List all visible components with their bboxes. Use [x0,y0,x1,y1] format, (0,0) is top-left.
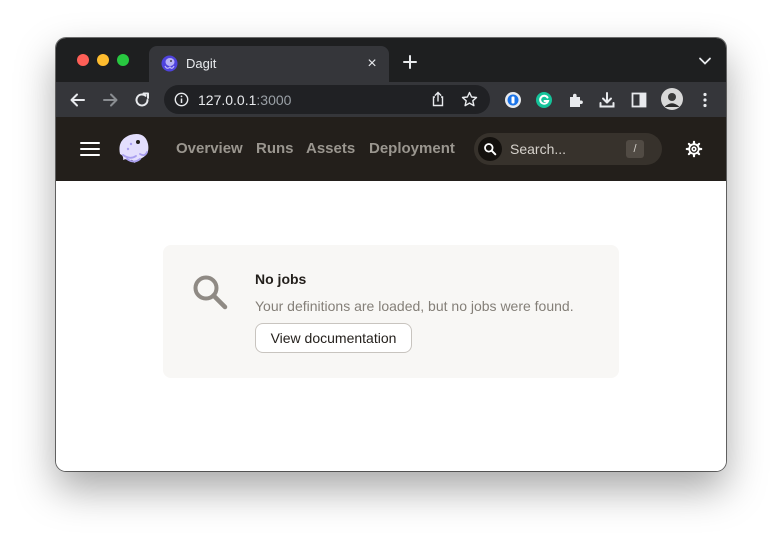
browser-tab-dagit[interactable]: Dagit × [149,46,389,82]
main-content: No jobs Your definitions are loaded, but… [56,181,726,471]
new-tab-plus-icon[interactable] [400,52,420,72]
empty-state-description: Your definitions are loaded, but no jobs… [255,298,574,314]
browser-window: Dagit × 127.0.0.1:3000 Overview Runs Ass… [56,38,726,471]
search-input[interactable]: Search... / [474,133,662,165]
gear-icon[interactable] [685,140,703,158]
dagster-logo-icon [161,55,178,72]
hamburger-menu-icon[interactable] [80,141,100,157]
tab-close-icon[interactable]: × [363,55,381,73]
address-bar[interactable]: 127.0.0.1:3000 [164,85,490,114]
url-port: :3000 [256,92,292,108]
tab-search-chevron-icon[interactable] [698,54,712,68]
nav-deployment[interactable]: Deployment [369,140,455,157]
nav-assets[interactable]: Assets [306,140,355,157]
url-host: 127.0.0.1 [198,92,257,108]
search-icon [484,143,497,156]
nav-runs[interactable]: Runs [256,140,294,157]
password-extension-icon[interactable] [503,90,523,110]
minimize-window-button[interactable] [97,54,109,66]
app-header: Overview Runs Assets Deployment Search..… [56,117,726,181]
reload-icon[interactable] [132,90,152,110]
more-menu-icon[interactable] [695,90,715,110]
close-window-button[interactable] [77,54,89,66]
browser-toolbar: 127.0.0.1:3000 [56,82,726,117]
puzzle-extensions-icon[interactable] [566,90,586,110]
back-arrow-icon[interactable] [68,90,88,110]
empty-state-title: No jobs [255,271,307,287]
side-panel-icon[interactable] [629,90,649,110]
profile-avatar[interactable] [661,88,683,110]
download-icon[interactable] [597,90,617,110]
search-shortcut-key: / [626,140,644,158]
dagster-logo-icon[interactable] [114,130,152,168]
search-icon-badge [478,137,502,161]
forward-arrow-icon[interactable] [100,90,120,110]
empty-state-card: No jobs Your definitions are loaded, but… [163,245,619,378]
share-icon[interactable] [430,91,446,107]
tab-title: Dagit [186,56,217,71]
search-icon [193,275,228,310]
view-documentation-button[interactable]: View documentation [255,323,412,353]
search-placeholder: Search... [510,141,567,157]
grammarly-extension-icon[interactable] [534,90,554,110]
maximize-window-button[interactable] [117,54,129,66]
url-text: 127.0.0.1:3000 [198,92,291,108]
info-icon[interactable] [174,92,189,107]
nav-overview[interactable]: Overview [176,140,243,157]
tab-strip: Dagit × [56,38,726,82]
star-icon[interactable] [461,91,478,108]
